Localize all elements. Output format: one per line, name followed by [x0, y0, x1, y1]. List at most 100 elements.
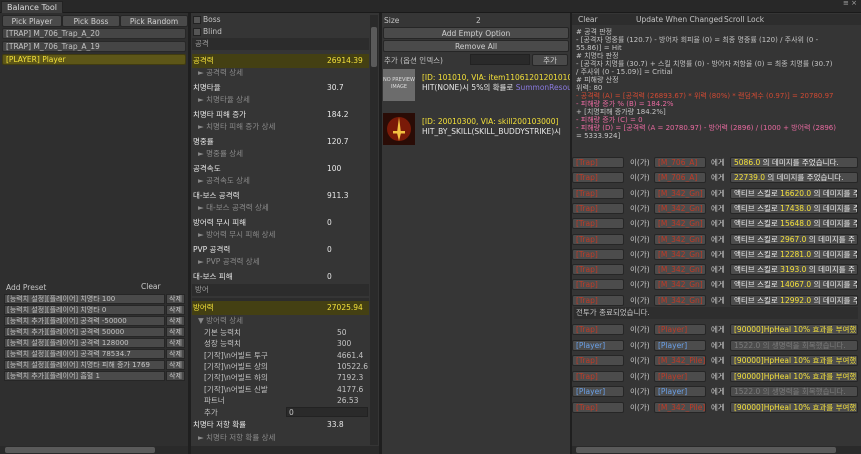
left-hscrollbar[interactable] — [0, 446, 188, 454]
stat-detail-toggle[interactable]: ► 대-보스 공격력 상세 — [192, 203, 369, 213]
source-tag[interactable]: [Trap] — [572, 401, 624, 413]
log-hscrollbar[interactable] — [572, 446, 861, 454]
update-when-changed-toggle[interactable]: Update When Changed — [636, 15, 723, 24]
detail-value: 50 — [337, 328, 347, 337]
detail-value: 4177.6 — [337, 384, 364, 394]
pick-random-button[interactable]: Pick Random — [120, 15, 188, 27]
attacker-tag[interactable]: [Trap] — [572, 202, 624, 214]
stat-detail-toggle[interactable]: ► 명중률 상세 — [192, 149, 369, 159]
delete-preset-button[interactable]: 삭제 — [166, 316, 185, 326]
section-attack: 공격 — [192, 38, 369, 50]
stat-detail-toggle[interactable]: ► 공격속도 상세 — [192, 176, 369, 186]
damage-log-row: [Trap] 이(가) [M_342_Gn] 에게 액티브 스킬로 3193.0 의 데… — [572, 264, 858, 276]
option-index-input[interactable] — [470, 54, 530, 65]
attacker-tag[interactable]: [Trap] — [572, 218, 624, 230]
delete-preset-button[interactable]: 삭제 — [166, 360, 185, 370]
remove-all-button[interactable]: Remove All — [383, 40, 569, 52]
size-value[interactable]: 2 — [476, 16, 481, 25]
source-tag[interactable]: [Trap] — [572, 370, 624, 382]
stat-value: 120.7 — [327, 137, 349, 146]
option-desc: HIT_BY_SKILL(SKILL_BUDDYSTRIKE)시 — [422, 126, 570, 137]
attacker-tag[interactable]: [Trap] — [572, 233, 624, 245]
target-tag[interactable]: [M_342_Gn] — [654, 218, 706, 230]
delete-preset-button[interactable]: 삭제 — [166, 327, 185, 337]
target-tag[interactable]: [M_342_Pile] — [654, 401, 706, 413]
target-tag[interactable]: [M_342_Gn] — [654, 294, 706, 306]
subject-particle: 이(가) — [630, 371, 650, 381]
log-line: - [공격자 치명률 (30.7) + 스킬 치명률 (0) - 방어자 저항율… — [576, 60, 833, 68]
target-tag[interactable]: [Player] — [654, 339, 706, 351]
delete-preset-button[interactable]: 삭제 — [166, 294, 185, 304]
stat-detail-toggle[interactable]: ► 공격력 상세 — [192, 68, 369, 78]
preset-item[interactable]: [능력치 추가][플레이어] 공격력 -50000 — [4, 316, 165, 326]
log-clear-button[interactable]: Clear — [578, 15, 598, 24]
target-tag[interactable]: [M_342_Gn] — [654, 233, 706, 245]
pick-player-button[interactable]: Pick Player — [2, 15, 62, 27]
preset-item[interactable]: [능력치 설정][플레이어] 치명타 100 — [4, 294, 165, 304]
target-tag[interactable]: [Player] — [654, 324, 706, 335]
add-value-input[interactable]: 0 — [286, 407, 368, 417]
object-particle: 에게 — [711, 203, 725, 213]
stats-hscrollbar[interactable] — [191, 446, 379, 454]
clear-presets-button[interactable]: Clear — [141, 282, 161, 291]
entity-item[interactable]: [PLAYER] Player — [2, 54, 186, 65]
boss-checkbox[interactable] — [193, 16, 201, 24]
log-line: / 주사위 (0 - 15.09)] = Critial — [576, 68, 673, 76]
stats-vscrollbar[interactable] — [370, 15, 378, 445]
delete-preset-button[interactable]: 삭제 — [166, 349, 185, 359]
damage-text: 의 데미지를 주었습니다. — [765, 173, 844, 183]
pick-boss-button[interactable]: Pick Boss — [62, 15, 120, 27]
target-tag[interactable]: [M_706_A] — [654, 157, 706, 168]
subject-particle: 이(가) — [630, 265, 650, 275]
preset-item[interactable]: [능력치 설정][플레이어] 공격력 78534.7 — [4, 349, 165, 359]
delete-preset-button[interactable]: 삭제 — [166, 305, 185, 315]
stat-value: 30.7 — [327, 83, 344, 92]
attacker-tag[interactable]: [Trap] — [572, 279, 624, 291]
damage-log-row: [Trap] 이(가) [M_706_A] 에게 5086.0 의 데미지를 주었습니다… — [572, 157, 858, 168]
damage-text: 액티브 스킬로 — [734, 188, 781, 198]
log-line: + [치명피해 증가량 184.2%] — [576, 108, 666, 116]
scroll-lock-toggle[interactable]: Scroll Lock — [724, 15, 764, 24]
target-tag[interactable]: [M_342_Gn] — [654, 202, 706, 214]
target-tag[interactable]: [Player] — [654, 386, 706, 397]
attacker-tag[interactable]: [Trap] — [572, 172, 624, 184]
attacker-tag[interactable]: [Trap] — [572, 264, 624, 276]
preset-item[interactable]: [능력치 추가][플레이어] 흡혈 1 — [4, 371, 165, 381]
stat-detail-toggle[interactable]: ► 방어력 무시 피해 상세 — [192, 230, 369, 240]
entity-item[interactable]: [TRAP] M_706_Trap_A_20 — [2, 28, 186, 39]
stat-detail-toggle[interactable]: ► PVP 공격력 상세 — [192, 257, 369, 267]
blind-checkbox[interactable] — [193, 28, 201, 36]
attacker-tag[interactable]: [Trap] — [572, 157, 624, 168]
target-tag[interactable]: [M_706_A] — [654, 172, 706, 184]
resist-detail-toggle[interactable]: ► 치명타 저항 확률 상세 — [192, 433, 369, 443]
stat-detail-toggle[interactable]: ► 치명타율 상세 — [192, 95, 369, 105]
target-tag[interactable]: [M_342_Gn] — [654, 187, 706, 199]
window-controls-icon[interactable]: ≡ × — [843, 0, 857, 7]
option-desc: HIT(NONE)시 5%의 확률로 SummonResou — [422, 82, 570, 93]
add-empty-option-button[interactable]: Add Empty Option — [383, 27, 569, 39]
preset-item[interactable]: [능력치 설정][플레이어] 치명타 0 — [4, 305, 165, 315]
attacker-tag[interactable]: [Trap] — [572, 187, 624, 199]
entity-item[interactable]: [TRAP] M_706_Trap_A_19 — [2, 41, 186, 52]
attacker-tag[interactable]: [Trap] — [572, 294, 624, 306]
target-tag[interactable]: [M_342_Pile] — [654, 355, 706, 366]
defense-detail-toggle[interactable]: ▼ 방어력 상세 — [192, 316, 369, 326]
preset-item[interactable]: [능력치 설정][플레이어] 공격력 128000 — [4, 338, 165, 348]
target-tag[interactable]: [M_342_Gn] — [654, 279, 706, 291]
target-tag[interactable]: [M_342_Gn] — [654, 264, 706, 276]
preset-item[interactable]: [능력치 설정][플레이어] 치명타 피해 증가 1769 — [4, 360, 165, 370]
target-tag[interactable]: [Player] — [654, 370, 706, 382]
stat-detail-toggle[interactable]: ► 치명타 피해 증가 상세 — [192, 122, 369, 132]
source-tag[interactable]: [Player] — [572, 339, 624, 351]
attacker-tag[interactable]: [Trap] — [572, 248, 624, 260]
source-tag[interactable]: [Trap] — [572, 355, 624, 366]
preset-item[interactable]: [능력치 추가][플레이어] 공격력 50000 — [4, 327, 165, 337]
window-tab[interactable]: Balance Tool — [1, 1, 63, 13]
delete-preset-button[interactable]: 삭제 — [166, 338, 185, 348]
source-tag[interactable]: [Player] — [572, 386, 624, 397]
add-option-button[interactable]: 추가 — [532, 54, 568, 66]
target-tag[interactable]: [M_342_Gn] — [654, 248, 706, 260]
delete-preset-button[interactable]: 삭제 — [166, 371, 185, 381]
heal-log-row: [Trap] 이(가) [M_342_Pile] 에게 [90000]HpHeal 10… — [572, 401, 858, 413]
source-tag[interactable]: [Trap] — [572, 324, 624, 335]
